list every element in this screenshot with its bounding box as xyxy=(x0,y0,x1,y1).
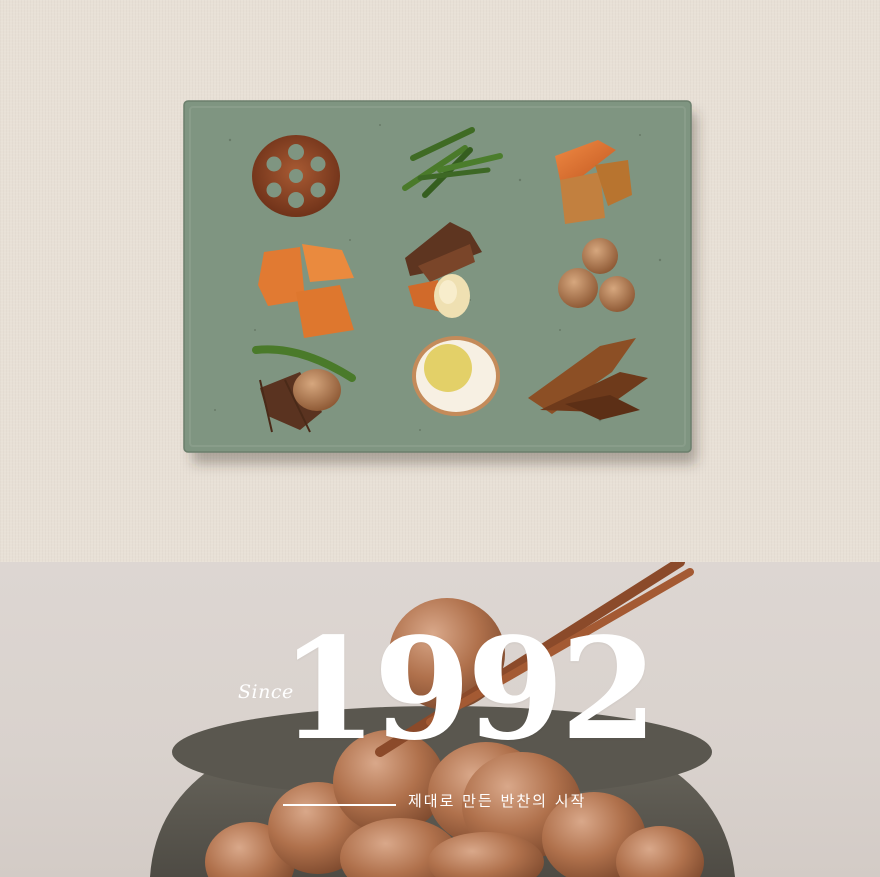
banchan-plate-image xyxy=(183,100,697,464)
banchan-plate-section xyxy=(0,0,880,562)
brand-tagline: 제대로 만든 반찬의 시작 xyxy=(408,792,587,810)
egg-half xyxy=(412,336,500,416)
title-divider xyxy=(283,804,396,806)
quail-eggs-section: Since 1992 제대로 만든 반찬의 시작 xyxy=(0,562,880,877)
lotus-root xyxy=(252,135,340,217)
since-year: 1992 xyxy=(280,608,658,772)
